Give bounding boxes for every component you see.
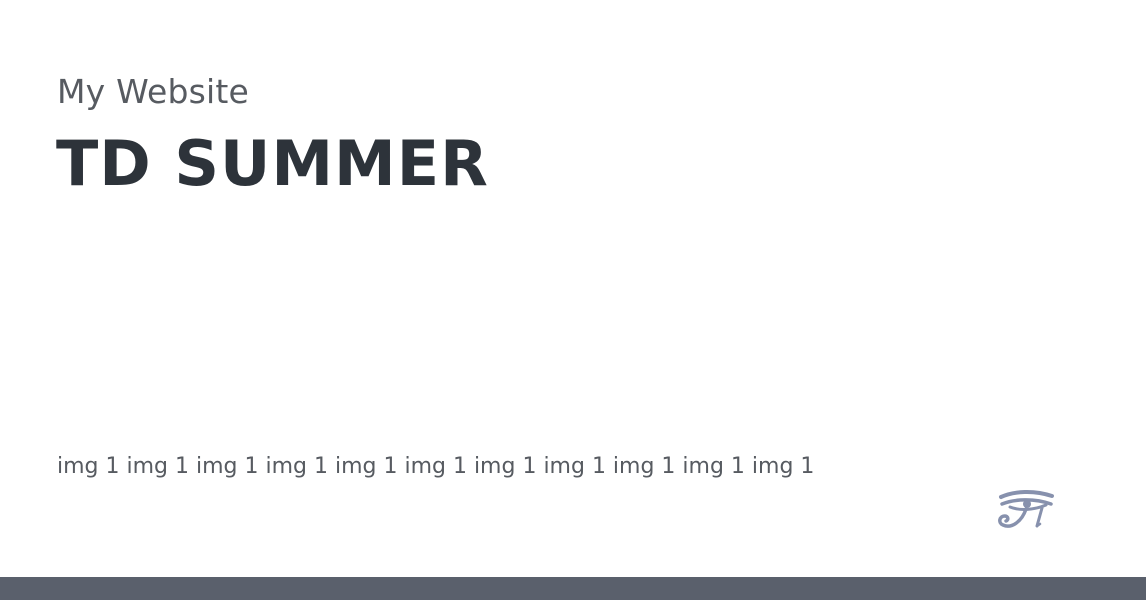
site-name: My Website [57,72,250,111]
page-title: TD SUMMER [56,127,489,200]
social-card: My Website TD SUMMER img 1 img 1 img 1 i… [0,0,1146,600]
page-description: img 1 img 1 img 1 img 1 img 1 img 1 img … [57,454,815,479]
eye-of-horus-icon [996,489,1056,533]
footer-bar [0,577,1146,600]
